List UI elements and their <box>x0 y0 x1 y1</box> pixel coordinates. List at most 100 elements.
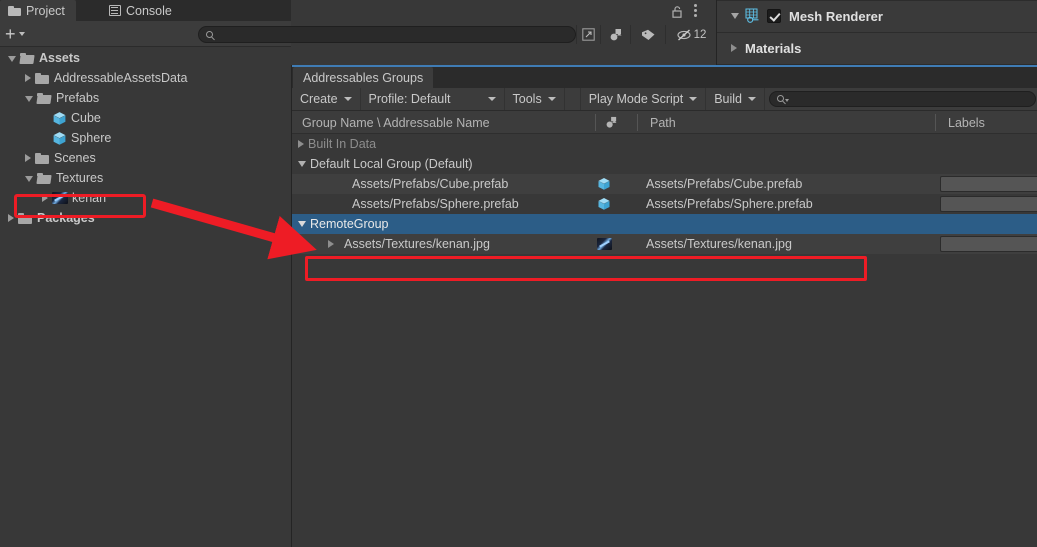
popout-window-icon <box>582 28 595 41</box>
addressable-name-cell: Assets/Textures/kenan.jpg <box>328 237 490 251</box>
folder-open-icon <box>20 52 34 64</box>
play-mode-script-label: Play Mode Script <box>588 92 684 106</box>
profile-label: Profile: Default <box>368 92 451 106</box>
component-mesh-renderer[interactable]: Mesh Renderer <box>717 2 1037 30</box>
tree-item-sphere[interactable]: Sphere <box>0 128 291 148</box>
path-cell: Assets/Prefabs/Sphere.prefab <box>646 197 813 211</box>
table-row-sphere-prefab[interactable]: Assets/Prefabs/Sphere.prefab Assets/Pref… <box>292 194 1037 214</box>
path-cell: Assets/Prefabs/Cube.prefab <box>646 177 803 191</box>
column-header-group-name[interactable]: Group Name \ Addressable Name <box>296 111 490 134</box>
column-divider[interactable] <box>595 114 596 131</box>
column-divider[interactable] <box>935 114 936 131</box>
prefab-cube-icon <box>597 197 611 214</box>
chevron-right-icon[interactable] <box>731 44 737 52</box>
tree-item-label: kenan <box>72 191 107 205</box>
tree-item-prefabs[interactable]: Prefabs <box>0 88 291 108</box>
chevron-down-icon <box>547 97 556 101</box>
labels-dropdown[interactable] <box>940 176 1037 192</box>
labels-dropdown[interactable] <box>940 196 1037 212</box>
hidden-assets-toggle[interactable]: 12 <box>665 25 717 44</box>
tree-item-assets[interactable]: Assets <box>0 48 291 68</box>
column-divider[interactable] <box>637 114 638 131</box>
tab-addressables-groups-label: Addressables Groups <box>303 70 424 85</box>
search-dropdown-caret-icon <box>785 99 789 102</box>
chevron-right-icon[interactable] <box>42 194 48 202</box>
chevron-down-icon[interactable] <box>298 221 306 227</box>
materials-foldout[interactable]: Materials <box>717 34 1037 62</box>
search-icon <box>777 95 784 102</box>
chevron-right-icon[interactable] <box>25 154 31 162</box>
mesh-renderer-enabled-checkbox[interactable] <box>767 9 781 23</box>
tree-item-cube[interactable]: Cube <box>0 108 291 128</box>
group-name-cell: Built In Data <box>298 137 376 151</box>
tab-project-label: Project <box>26 3 65 18</box>
tree-item-label: Packages <box>37 211 95 225</box>
prefab-cube-icon <box>52 131 66 145</box>
create-dropdown-button[interactable]: Create <box>292 88 361 110</box>
mesh-renderer-icon <box>745 8 761 24</box>
tab-project[interactable]: Project <box>0 0 76 21</box>
chevron-down-icon[interactable] <box>25 96 33 102</box>
addressables-search-input[interactable] <box>769 91 1036 107</box>
project-search-field[interactable] <box>221 28 551 41</box>
tree-item-kenan[interactable]: kenan <box>0 188 291 208</box>
tools-dropdown-button[interactable]: Tools <box>505 88 565 110</box>
tree-item-label: Scenes <box>54 151 96 165</box>
build-dropdown-button[interactable]: Build <box>706 88 765 110</box>
tab-addressables-groups[interactable]: Addressables Groups <box>293 67 434 88</box>
prefab-cube-icon <box>52 111 66 125</box>
object-filter-button[interactable] <box>600 25 630 44</box>
addressable-name-label: Assets/Textures/kenan.jpg <box>344 237 490 251</box>
tree-item-packages[interactable]: Packages <box>0 208 291 228</box>
chevron-right-icon[interactable] <box>25 74 31 82</box>
inspector-panel: Mesh Renderer Materials <box>716 0 1037 65</box>
chevron-right-icon[interactable] <box>8 214 14 222</box>
table-row-kenan-entry[interactable]: Assets/Textures/kenan.jpg Assets/Texture… <box>292 234 1037 254</box>
column-header-labels[interactable]: Labels <box>942 111 985 134</box>
play-mode-script-dropdown-button[interactable]: Play Mode Script <box>581 88 707 110</box>
tab-console[interactable]: Console <box>101 0 183 21</box>
tree-item-scenes[interactable]: Scenes <box>0 148 291 168</box>
folder-open-icon <box>37 92 51 104</box>
table-row-remote-group[interactable]: RemoteGroup <box>292 214 1037 234</box>
chevron-down-icon <box>748 97 756 101</box>
group-name-cell: RemoteGroup <box>298 217 389 231</box>
chevron-down-icon[interactable] <box>731 13 739 19</box>
project-panel: Project Console + 12 Assets AddressableA… <box>0 0 706 547</box>
column-header-path[interactable]: Path <box>644 111 676 134</box>
chevron-right-icon[interactable] <box>298 140 304 148</box>
project-search-input[interactable] <box>198 26 576 43</box>
chevron-down-icon[interactable] <box>298 161 306 167</box>
materials-label: Materials <box>745 40 802 56</box>
group-name-label: RemoteGroup <box>310 217 389 231</box>
eye-slash-icon <box>677 29 691 40</box>
tree-item-textures[interactable]: Textures <box>0 168 291 188</box>
create-label: Create <box>300 92 338 106</box>
tree-item-addressableassetsdata[interactable]: AddressableAssetsData <box>0 68 291 88</box>
chevron-right-icon[interactable] <box>328 240 334 248</box>
addressables-toolbar: Create Profile: Default Tools Play Mode … <box>292 88 1037 111</box>
hidden-count-label: 12 <box>693 28 707 41</box>
lock-open-icon[interactable] <box>672 5 683 18</box>
create-asset-button[interactable]: + <box>5 25 35 43</box>
table-row-default-local-group[interactable]: Default Local Group (Default) <box>292 154 1037 174</box>
tree-item-label: Textures <box>56 171 104 185</box>
table-row-cube-prefab[interactable]: Assets/Prefabs/Cube.prefab Assets/Prefab… <box>292 174 1037 194</box>
tree-item-label: AddressableAssetsData <box>54 71 188 85</box>
profile-dropdown-button[interactable]: Profile: Default <box>361 88 505 110</box>
chevron-down-icon[interactable] <box>25 176 33 182</box>
table-row-built-in-data[interactable]: Built In Data <box>292 134 1037 154</box>
labels-dropdown[interactable] <box>940 236 1037 252</box>
plus-icon: + <box>5 24 16 44</box>
tag-icon <box>641 29 654 40</box>
label-filter-button[interactable] <box>630 25 665 44</box>
kebab-menu-icon[interactable] <box>694 4 697 17</box>
column-header-type[interactable] <box>599 111 618 134</box>
prefab-cube-icon <box>597 177 611 194</box>
addressables-search-field[interactable] <box>790 93 1029 105</box>
tools-label: Tools <box>512 92 542 106</box>
chevron-down-icon[interactable] <box>8 56 16 62</box>
console-list-icon <box>109 5 121 16</box>
popout-window-button[interactable] <box>576 25 600 44</box>
column-header-label: Group Name \ Addressable Name <box>302 115 490 130</box>
